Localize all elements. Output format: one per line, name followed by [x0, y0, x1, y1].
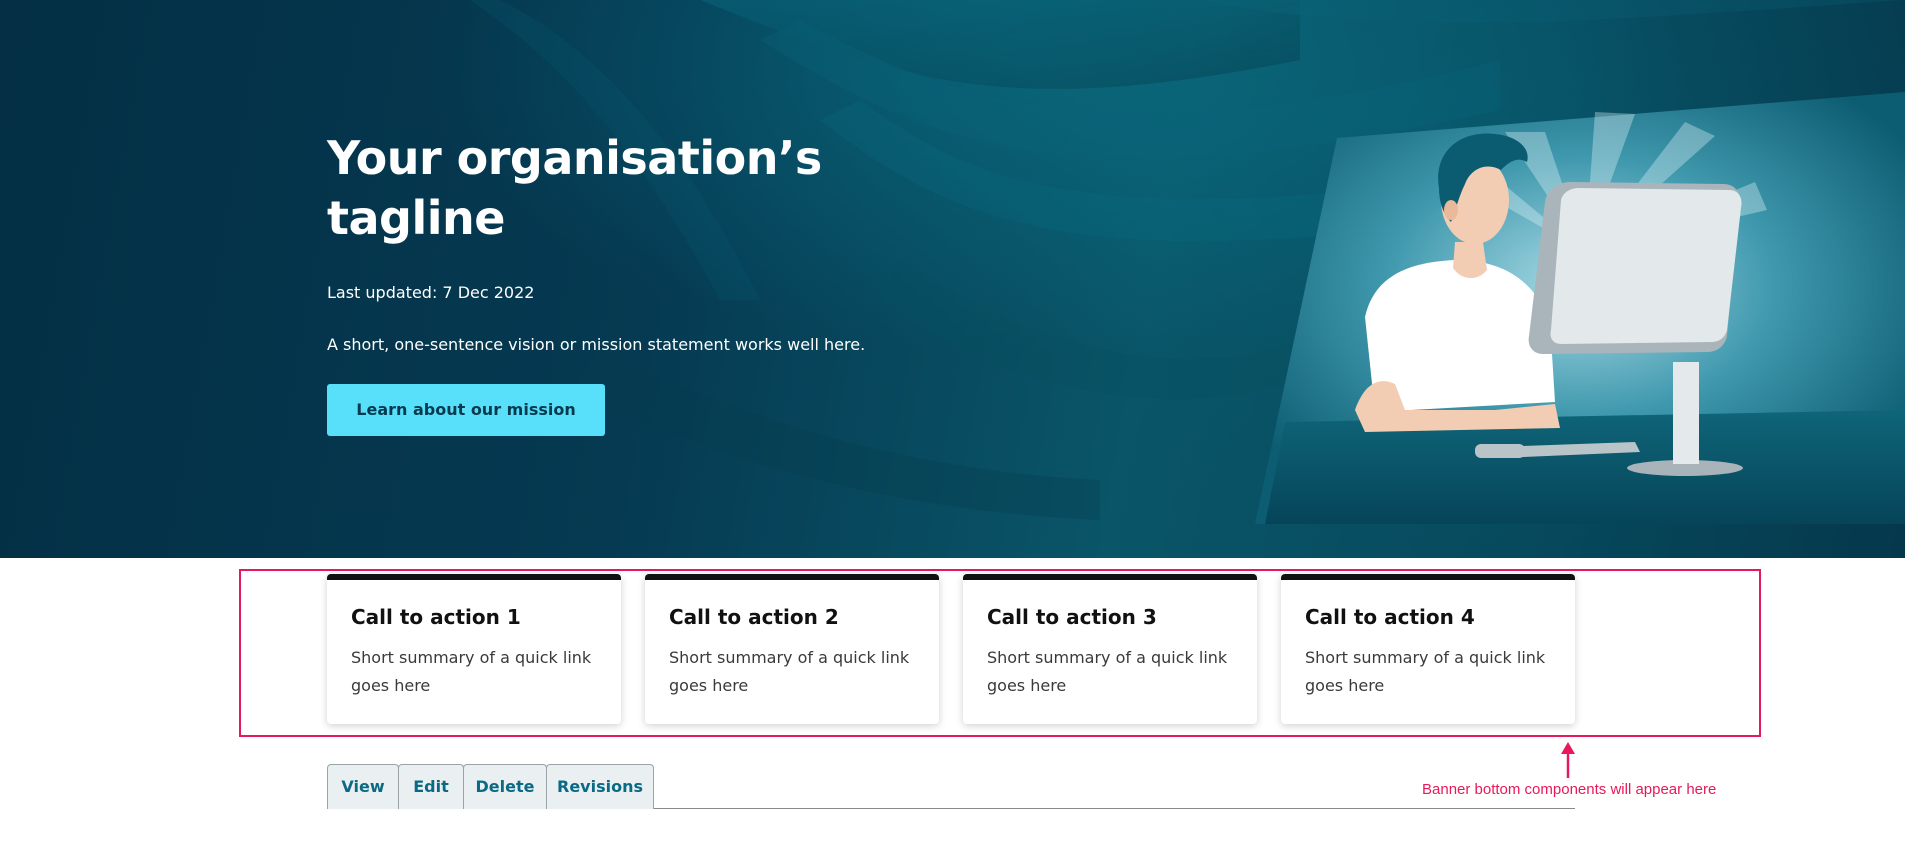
person-at-computer-illustration: [1255, 92, 1905, 524]
cta-card-1[interactable]: Call to action 1 Short summary of a quic…: [327, 574, 621, 724]
hero-title: Your organisation’s tagline: [327, 131, 822, 245]
last-updated-text: Last updated: 7 Dec 2022: [327, 283, 535, 302]
cta-card-3[interactable]: Call to action 3 Short summary of a quic…: [963, 574, 1257, 724]
cta-summary: Short summary of a quick link goes here: [351, 648, 592, 695]
call-to-action-row: Call to action 1 Short summary of a quic…: [327, 574, 1575, 724]
tab-view[interactable]: View: [327, 764, 399, 809]
cta-summary: Short summary of a quick link goes here: [1305, 648, 1546, 695]
hero-banner: Your organisation’s tagline Last updated…: [0, 0, 1905, 558]
learn-about-mission-button[interactable]: Learn about our mission: [327, 384, 605, 436]
arrow-up-icon: [1561, 742, 1575, 778]
mission-statement: A short, one-sentence vision or mission …: [327, 335, 866, 354]
cta-card-4[interactable]: Call to action 4 Short summary of a quic…: [1281, 574, 1575, 724]
tab-edit[interactable]: Edit: [398, 764, 464, 809]
tab-revisions[interactable]: Revisions: [546, 764, 654, 809]
annotation-note: Banner bottom components will appear her…: [1422, 781, 1717, 798]
cta-title: Call to action 3: [987, 605, 1157, 629]
cta-summary: Short summary of a quick link goes here: [669, 648, 910, 695]
hero-content: Your organisation’s tagline Last updated…: [327, 128, 887, 436]
tab-delete[interactable]: Delete: [463, 764, 547, 809]
cta-title: Call to action 1: [351, 605, 521, 629]
cta-title: Call to action 4: [1305, 605, 1475, 629]
cta-title: Call to action 2: [669, 605, 839, 629]
cta-card-2[interactable]: Call to action 2 Short summary of a quic…: [645, 574, 939, 724]
cta-summary: Short summary of a quick link goes here: [987, 648, 1228, 695]
